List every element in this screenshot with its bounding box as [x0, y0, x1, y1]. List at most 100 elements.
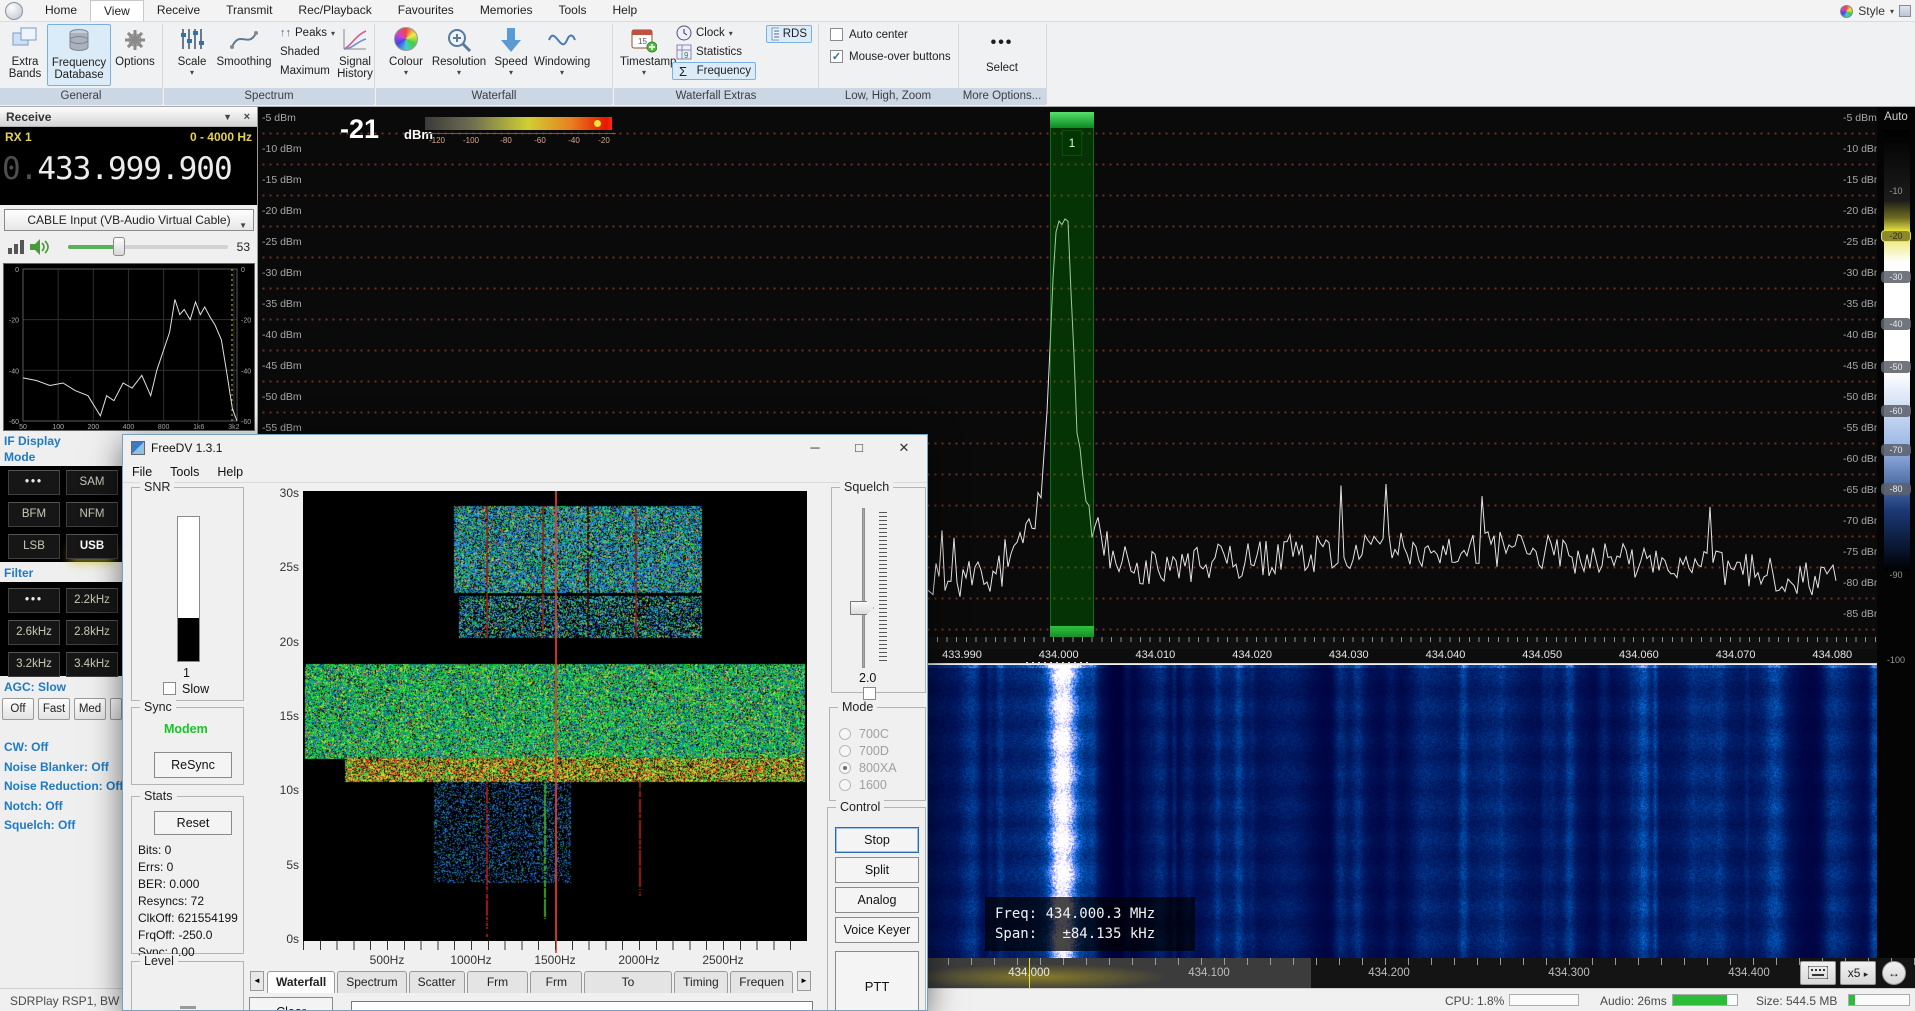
toggle-cw[interactable]: CW: Off	[4, 740, 48, 754]
btn-sam[interactable]: SAM	[66, 470, 118, 495]
ribbon-tab-home[interactable]: Home	[32, 0, 90, 21]
smoothing-button[interactable]: Smoothing	[216, 24, 272, 86]
freedv-tab-frm-radio[interactable]: Frm Radio	[467, 971, 529, 993]
agc-med-button[interactable]: Med	[74, 698, 106, 720]
extra-bands-button[interactable]: Extra Bands	[4, 24, 46, 86]
radio-800xa[interactable]	[839, 762, 851, 774]
maximize-button[interactable]: □	[840, 435, 878, 461]
signal-history-button[interactable]: Signal History	[336, 24, 374, 86]
rds-item[interactable]: RDS	[766, 25, 812, 43]
rx-channel-cap[interactable]	[1050, 112, 1094, 128]
btn-2.2khz[interactable]: 2.2kHz	[66, 588, 118, 613]
options-button[interactable]: Options	[113, 24, 157, 86]
toggle-squelch[interactable]: Squelch: Off	[4, 818, 75, 832]
collapse-icon[interactable]: ▼	[223, 107, 232, 127]
squelch-checkbox[interactable]	[863, 687, 876, 700]
expand-span-button[interactable]: ↔	[1882, 961, 1906, 985]
freedv-tab-frm-mic[interactable]: Frm Mic	[530, 971, 582, 993]
freedv-menu-file[interactable]: File	[123, 465, 161, 479]
btn-usb[interactable]: USB	[66, 534, 118, 559]
ptt-button[interactable]: PTT	[835, 951, 919, 1011]
ribbon-tab-rec-playback[interactable]: Rec/Playback	[285, 0, 384, 21]
analog-button[interactable]: Analog	[835, 887, 919, 913]
volume-slider-handle[interactable]	[113, 237, 125, 256]
maximum-item[interactable]: Maximum	[276, 62, 336, 80]
statistics-item[interactable]: 9Statistics	[672, 43, 764, 61]
scale-button[interactable]: Scale▾	[170, 24, 214, 86]
windowing-button[interactable]: Windowing▾	[534, 24, 590, 86]
timestamp-button[interactable]: 15Timestamp▾	[620, 24, 668, 86]
rx-marker-1[interactable]: 1	[1062, 130, 1082, 156]
btn-3.2khz[interactable]: 3.2kHz	[8, 652, 60, 677]
speaker-icon[interactable]	[30, 238, 52, 256]
freedv-tab-timing-[interactable]: Timing Δ	[674, 971, 729, 993]
tab-scroll-left[interactable]: ◄	[250, 971, 264, 991]
clear-button[interactable]: Clear	[249, 997, 333, 1011]
stop-button[interactable]: Stop	[835, 827, 919, 853]
freedv-tab-spectrum[interactable]: Spectrum	[337, 971, 406, 993]
freedv-tab-waterfall[interactable]: Waterfall	[267, 971, 335, 993]
freedv-titlebar[interactable]: FreeDV 1.3.1 ─ □ ✕	[123, 435, 927, 461]
shaded-item[interactable]: Shaded	[276, 43, 336, 61]
freedv-menu-tools[interactable]: Tools	[161, 465, 208, 479]
style-button[interactable]: Style	[1858, 4, 1885, 18]
btn-2.6khz[interactable]: 2.6kHz	[8, 620, 60, 645]
btn-2.8khz[interactable]: 2.8kHz	[66, 620, 118, 645]
radio-1600[interactable]	[839, 779, 851, 791]
close-icon[interactable]: ×	[244, 107, 250, 127]
ribbon-tab-view[interactable]: View	[90, 0, 144, 21]
audio-device-select[interactable]: CABLE Input (VB-Audio Virtual Cable) ▼	[4, 209, 254, 231]
ribbon-tab-memories[interactable]: Memories	[467, 0, 546, 21]
toggle-noise-reduction[interactable]: Noise Reduction: Off	[4, 779, 123, 793]
if-display-label[interactable]: IF Display	[4, 434, 61, 448]
tab-scroll-right[interactable]: ►	[797, 971, 811, 991]
volume-slider[interactable]	[68, 245, 228, 249]
toggle-notch[interactable]: Notch: Off	[4, 799, 63, 813]
agc-off-button[interactable]: Off	[2, 698, 34, 720]
peaks-item[interactable]: ↑↑Peaks▾	[276, 24, 336, 42]
agc-more-button[interactable]	[110, 698, 122, 720]
app-menu-button[interactable]	[5, 2, 23, 20]
radio-700d[interactable]	[839, 745, 851, 757]
btn-bfm[interactable]: BFM	[8, 502, 60, 527]
keyboard-entry-button[interactable]	[1800, 961, 1836, 985]
minimize-button[interactable]: ─	[796, 435, 834, 461]
agc-label[interactable]: AGC: Slow	[4, 680, 66, 694]
ribbon-tab-transmit[interactable]: Transmit	[213, 0, 285, 21]
rx-channel-band[interactable]	[1050, 112, 1094, 626]
ribbon-tab-receive[interactable]: Receive	[144, 0, 213, 21]
auto-range-button[interactable]: Auto	[1877, 111, 1915, 123]
select-button[interactable]: •••Select	[976, 28, 1028, 84]
speed-button[interactable]: Speed▾	[490, 24, 532, 86]
auto-center-checkbox[interactable]	[830, 28, 843, 41]
ribbon-tab-favourites[interactable]: Favourites	[385, 0, 467, 21]
btn-[interactable]: •••	[8, 588, 60, 613]
slow-checkbox[interactable]	[163, 682, 176, 695]
split-button[interactable]: Split	[835, 857, 919, 883]
btn-lsb[interactable]: LSB	[8, 534, 60, 559]
btn-nfm[interactable]: NFM	[66, 502, 118, 527]
ribbon-tab-tools[interactable]: Tools	[546, 0, 600, 21]
mixer-icon[interactable]	[8, 240, 26, 254]
zoom-factor-button[interactable]: x5 ▸	[1840, 961, 1876, 985]
ribbon-tab-help[interactable]: Help	[600, 0, 651, 21]
close-button[interactable]: ✕	[884, 435, 924, 461]
colour-button[interactable]: Colour▾	[384, 24, 428, 86]
range-label[interactable]: -20	[1881, 230, 1911, 242]
radio-700c[interactable]	[839, 728, 851, 740]
chevron-down-icon[interactable]: ▾	[1890, 7, 1894, 16]
freedv-tab-to-spkr-hdphns[interactable]: To Spkr/Hdphns	[584, 971, 671, 993]
frequency-database-button[interactable]: Frequency Database	[47, 24, 111, 86]
mouse-over-checkbox[interactable]: ✓	[830, 50, 843, 63]
resync-button[interactable]: ReSync	[154, 752, 232, 778]
toggle-noise-blanker[interactable]: Noise Blanker: Off	[4, 760, 109, 774]
btn-[interactable]: •••	[8, 470, 60, 495]
btn-3.4khz[interactable]: 3.4kHz	[66, 652, 118, 677]
freedv-tab-frequen[interactable]: Frequen	[730, 971, 793, 993]
range-gradient-slider[interactable]	[1884, 130, 1910, 571]
text-output-field[interactable]	[351, 1001, 813, 1011]
reset-button[interactable]: Reset	[154, 811, 232, 835]
frequency-item[interactable]: ΣFrequency	[672, 62, 756, 80]
tuned-frequency[interactable]: 0.433.999.900	[2, 151, 256, 187]
voice-keyer-button[interactable]: Voice Keyer	[835, 917, 919, 943]
